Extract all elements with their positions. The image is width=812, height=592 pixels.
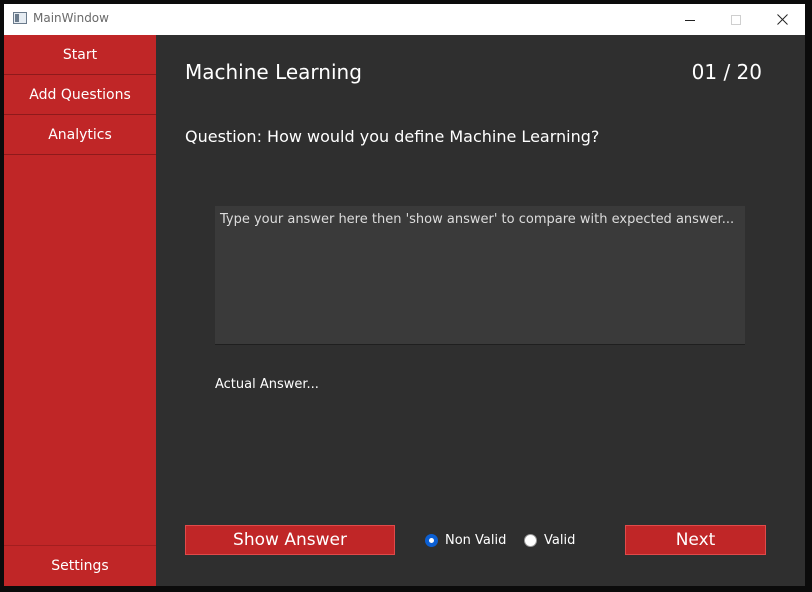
minimize-button[interactable] (667, 4, 713, 35)
minimize-icon (685, 19, 695, 21)
question-text: Question: How would you define Machine L… (185, 127, 600, 146)
sidebar-item-add-questions[interactable]: Add Questions (4, 75, 156, 115)
answer-input[interactable] (215, 206, 745, 345)
radio-non-valid[interactable]: Non Valid (425, 533, 506, 548)
radio-checked-indicator (425, 534, 438, 547)
show-answer-button[interactable]: Show Answer (185, 525, 395, 555)
actual-answer-text: Actual Answer... (215, 377, 319, 392)
radio-valid-label: Valid (544, 533, 576, 548)
next-button[interactable]: Next (625, 525, 766, 555)
maximize-button[interactable] (713, 4, 759, 35)
window-app-icon (13, 12, 27, 24)
sidebar: Start Add Questions Analytics Settings (4, 35, 156, 586)
sidebar-item-analytics[interactable]: Analytics (4, 115, 156, 155)
sidebar-item-start[interactable]: Start (4, 35, 156, 75)
radio-non-valid-label: Non Valid (445, 533, 507, 548)
radio-valid[interactable]: Valid (524, 533, 575, 548)
question-counter: 01 / 20 (691, 60, 762, 84)
main-window: MainWindow Start Add Questions Analytics… (4, 4, 805, 586)
main-panel: Machine Learning 01 / 20 Question: How w… (156, 35, 805, 586)
close-button[interactable] (759, 4, 805, 35)
sidebar-item-settings[interactable]: Settings (4, 545, 156, 586)
close-icon (776, 14, 788, 25)
radio-unchecked-indicator (524, 534, 537, 547)
maximize-icon (731, 14, 741, 25)
window-title: MainWindow (33, 11, 109, 25)
page-title: Machine Learning (185, 60, 362, 84)
title-bar: MainWindow (4, 4, 805, 35)
